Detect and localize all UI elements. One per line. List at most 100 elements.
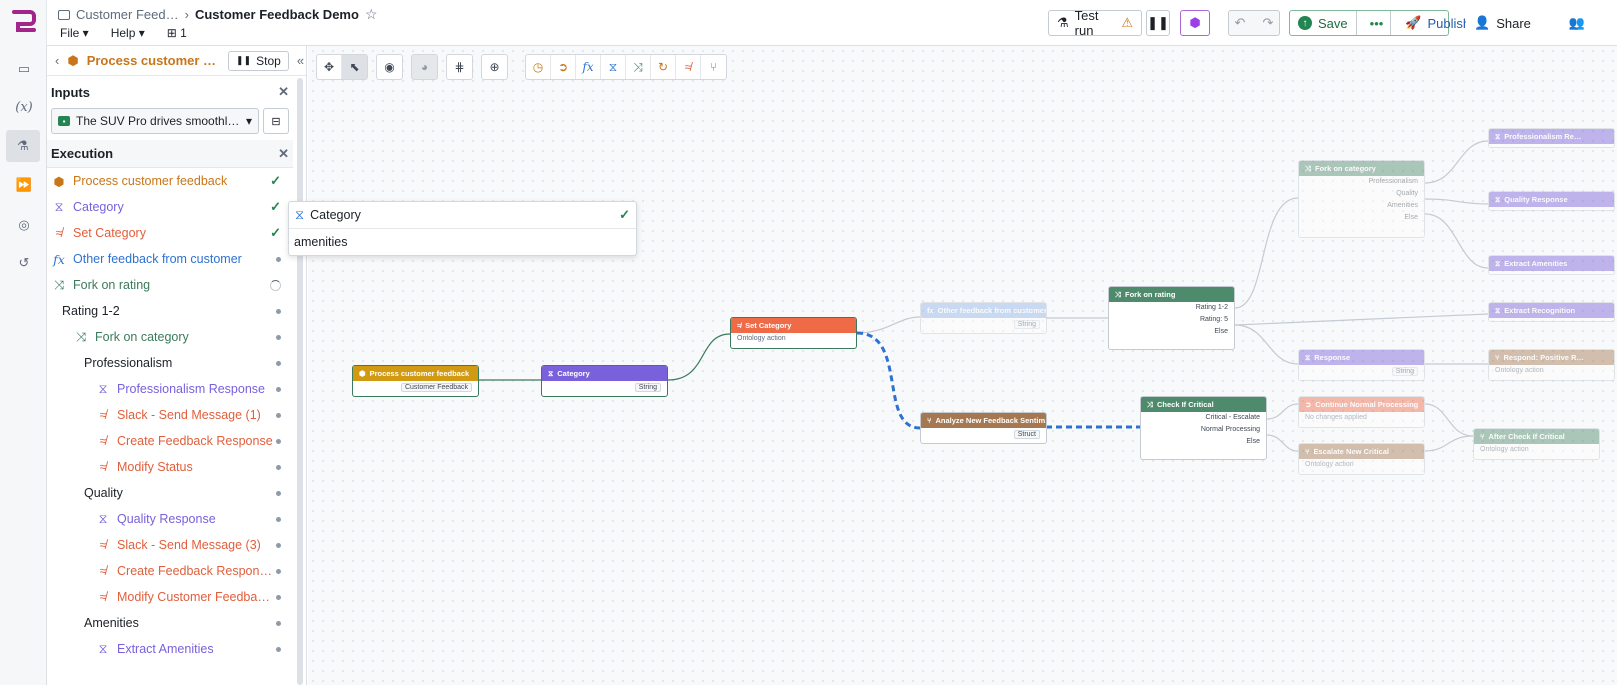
node-escalate-critical[interactable]: ⑂ Escalate New Critical Ontology action — [1298, 443, 1425, 475]
back-icon[interactable]: ‹ — [55, 53, 59, 68]
execution-item[interactable]: ⤨ Fork on rating — [47, 272, 293, 298]
execution-item[interactable]: ≉ Modify Status — [47, 454, 293, 480]
status-dot — [276, 594, 281, 600]
check-icon: ✓ — [270, 199, 281, 214]
cube-icon: ⬢ — [1189, 15, 1201, 30]
undo-icon[interactable]: ↶ — [1235, 15, 1246, 31]
execution-item[interactable]: Professionalism — [47, 350, 293, 376]
node-output-popover: ⧖ Category ✓ amenities — [288, 201, 637, 256]
execution-item[interactable]: ⧖ Quality Response — [47, 506, 293, 532]
execution-item-label: Set Category — [73, 226, 146, 240]
function-icon: fx — [53, 251, 65, 267]
node-quality-response[interactable]: ⧖ Quality Response — [1488, 191, 1615, 211]
node-analyze-sentiment[interactable]: ⑂ Analyze New Feedback Sentim… Struct — [920, 412, 1047, 444]
star-icon[interactable]: ☆ — [365, 6, 378, 23]
graph-canvas[interactable]: ✥ ⬉ ◉ ◕ ⋕ ⊕ ◷ ➲ fx ⧖ ⤨ ↻ ≉ ⑂ ⬢ Process cus… — [308, 46, 1617, 685]
llm-icon: ⧖ — [548, 368, 554, 378]
node-respond-positive[interactable]: ⑂ Respond: Positive R… Ontology action — [1488, 349, 1615, 381]
node-process-customer-feedback[interactable]: ⬢ Process customer feedback Customer Feed… — [352, 365, 479, 397]
execution-item[interactable]: Quality — [47, 480, 293, 506]
execution-item[interactable]: ≉ Slack - Send Message (3) — [47, 532, 293, 558]
status-dot — [276, 516, 281, 522]
scrollbar[interactable] — [297, 78, 303, 685]
save-publish-group: ↑ Save ••• 🚀 Publish — [1289, 10, 1470, 36]
flask-rail-icon[interactable]: ⚗ — [6, 130, 40, 162]
cube-button[interactable]: ⬢ — [1180, 10, 1210, 36]
execution-item[interactable]: Rating 1-2 — [47, 298, 293, 324]
panel-title: Process customer … — [86, 53, 217, 68]
execution-item[interactable]: ≉ Modify Customer Feedbac… — [47, 584, 293, 610]
fork-icon: ⤨ — [1305, 163, 1311, 173]
llm-icon: ⧖ — [98, 641, 108, 656]
execution-item[interactable]: ≉ Set Category ✓ — [47, 220, 293, 246]
llm-icon: ⧖ — [295, 207, 305, 222]
execution-item-label: Professionalism — [84, 356, 173, 370]
chevron-right-icon: › — [184, 7, 189, 22]
execution-item[interactable]: ⬢ Process customer feedback ✓ — [47, 168, 293, 194]
type-tag: Customer Feedback — [400, 383, 472, 392]
branch-count[interactable]: ⊞ 1 — [167, 26, 187, 40]
node-category[interactable]: ⧖ Category String — [541, 365, 668, 397]
status-dot — [276, 308, 281, 314]
popover-title: Category — [310, 208, 361, 222]
redo-icon[interactable]: ↷ — [1263, 15, 1274, 31]
history-icon[interactable]: ↺ — [13, 252, 35, 274]
execution-item[interactable]: ⧖ Extract Amenities — [47, 636, 293, 662]
collapse-icon[interactable]: ✕ — [278, 146, 289, 162]
share-button[interactable]: 👤 Share — [1466, 10, 1536, 36]
execution-item-label: Modify Status — [117, 460, 193, 474]
node-other-feedback[interactable]: fx Other feedback from customer String — [920, 302, 1047, 334]
stop-button[interactable]: ❚❚ Stop — [228, 50, 289, 71]
execution-item[interactable]: ≉ Slack - Send Message (1) — [47, 402, 293, 428]
check-icon: ✓ — [619, 207, 630, 222]
execution-item[interactable]: Amenities — [47, 610, 293, 636]
pause-button[interactable]: ❚❚ — [1146, 10, 1170, 36]
test-run-button[interactable]: ⚗ Test run ⚠ — [1048, 8, 1142, 38]
node-extract-amenities[interactable]: ⧖ Extract Amenities — [1488, 255, 1615, 275]
node-after-check-critical[interactable]: ⑂ After Check If Critical Ontology action — [1473, 428, 1600, 460]
pause-icon: ❚❚ — [1147, 15, 1169, 30]
node-fork-on-category[interactable]: ⤨ Fork on category Professionalism Quality… — [1298, 160, 1425, 238]
execution-item[interactable]: ≉ Create Feedback Respons… — [47, 558, 293, 584]
more-icon[interactable]: ••• — [1363, 11, 1392, 35]
breadcrumb-parent[interactable]: Customer Feed… — [76, 7, 179, 22]
node-fork-on-rating[interactable]: ⤨ Fork on rating Rating 1-2 Rating: 5 Else — [1108, 286, 1235, 350]
fast-forward-icon[interactable]: ⏩ — [13, 174, 35, 196]
execution-item[interactable]: ≉ Create Feedback Response — [47, 428, 293, 454]
check-icon: ✓ — [270, 173, 281, 188]
node-extract-recognition[interactable]: ⧖ Extract Recognition — [1488, 302, 1615, 322]
menu-help[interactable]: Help ▾ — [111, 26, 145, 40]
doc-icon — [58, 9, 70, 20]
inputs-heading: Inputs — [51, 84, 90, 100]
execution-item[interactable]: ⤨ Fork on category — [47, 324, 293, 350]
collapse-panel-icon[interactable]: « — [297, 53, 304, 68]
node-set-category[interactable]: ≉ Set Category Ontology action — [730, 317, 857, 349]
action-icon: ≉ — [99, 538, 107, 552]
node-response[interactable]: ⧖ Response String — [1298, 349, 1425, 381]
rocket-icon: 🚀 — [1405, 15, 1422, 30]
expand-input-button[interactable]: ⊟ — [263, 108, 289, 134]
node-check-if-critical[interactable]: ⤨ Check If Critical Critical - Escalate No… — [1140, 396, 1267, 460]
collapse-icon[interactable]: ✕ — [278, 84, 289, 100]
execution-item-label: Create Feedback Respons… — [117, 564, 276, 578]
node-continue-normal[interactable]: ➲ Continue Normal Processing No changes a… — [1298, 396, 1425, 428]
browser-icon[interactable]: ▭ — [13, 58, 35, 80]
execution-item[interactable]: ⧖ Professionalism Response — [47, 376, 293, 402]
execution-heading: Execution — [51, 146, 114, 161]
save-button[interactable]: ↑ Save — [1290, 11, 1357, 35]
execution-item[interactable]: ⧖ Category ✓ — [47, 194, 293, 220]
action-icon: ≉ — [99, 590, 107, 604]
input-select[interactable]: ▪ The SUV Pro drives smoothl… ▾ — [51, 108, 259, 134]
status-dot — [276, 620, 281, 626]
execution-item[interactable]: fx Other feedback from customer — [47, 246, 293, 272]
menu-file[interactable]: File ▾ — [60, 26, 89, 40]
status-dot — [276, 464, 281, 470]
app-logo[interactable] — [0, 0, 47, 46]
users-icon[interactable]: 👥 — [1547, 10, 1607, 36]
metrics-icon[interactable]: ◎ — [13, 214, 35, 236]
node-professionalism-response[interactable]: ⧖ Professionalism Re… — [1488, 128, 1615, 148]
variables-icon[interactable]: (x) — [13, 96, 35, 118]
execution-item-label: Slack - Send Message (1) — [117, 408, 261, 422]
page-title: Customer Feedback Demo — [194, 7, 359, 22]
status-dot — [276, 360, 281, 366]
